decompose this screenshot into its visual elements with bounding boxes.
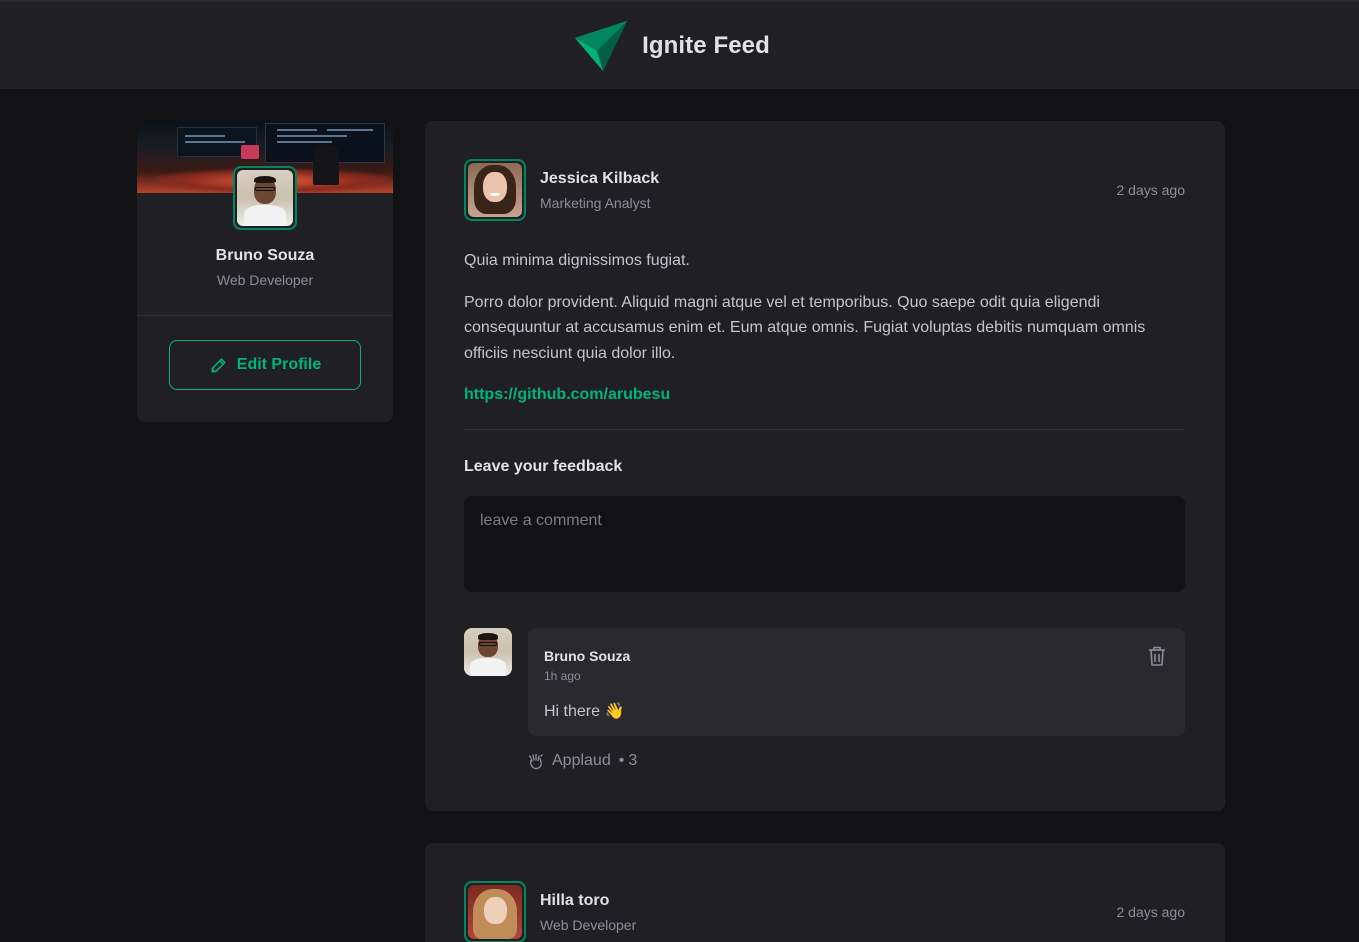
profile-avatar (233, 166, 297, 230)
app-title: Ignite Feed (642, 31, 770, 59)
ignite-logo-icon (575, 20, 628, 71)
sidebar-divider (137, 315, 393, 316)
profile-role: Web Developer (216, 272, 314, 288)
comment-input[interactable] (464, 496, 1185, 592)
post-time: 2 days ago (1116, 904, 1186, 920)
comment-time: 1h ago (544, 669, 581, 683)
author-role: Web Developer (540, 917, 637, 933)
profile-name: Bruno Souza (215, 247, 315, 264)
profile-sidebar: Bruno Souza Web Developer Edit Profile (137, 121, 393, 422)
app-header: Ignite Feed (0, 0, 1359, 89)
post-paragraph: Quia minima dignissimos fugiat. (464, 252, 690, 269)
pencil-icon (211, 358, 226, 373)
applaud-button[interactable]: Applaud • 3 (528, 752, 637, 770)
trash-icon[interactable] (1145, 644, 1169, 668)
comment-avatar[interactable] (464, 628, 512, 676)
post-header: Hilla toro Web Developer 2 days ago (464, 881, 1185, 942)
applaud-count: 3 (628, 752, 638, 769)
author-name: Jessica Kilback (540, 170, 660, 187)
comment-author: Bruno Souza (544, 648, 631, 664)
post-content: Quia minima dignissimos fugiat. Porro do… (464, 248, 1185, 424)
post-card: Jessica Kilback Marketing Analyst 2 days… (425, 121, 1225, 811)
author-avatar[interactable] (464, 881, 526, 942)
comment-bubble: Bruno Souza 1h ago Hi there 👋 (528, 628, 1185, 736)
feedback-title: Leave your feedback (464, 458, 623, 475)
post-link[interactable]: https://github.com/arubesu (464, 386, 670, 403)
comment-text: Hi there 👋 (544, 703, 625, 720)
edit-profile-button[interactable]: Edit Profile (169, 340, 361, 390)
post-header: Jessica Kilback Marketing Analyst 2 days… (464, 159, 1185, 221)
edit-profile-label: Edit Profile (236, 356, 322, 373)
post-divider (464, 429, 1185, 430)
applaud-separator: • (618, 752, 625, 769)
applaud-label: Applaud (552, 752, 611, 769)
post-time: 2 days ago (1116, 182, 1186, 198)
post-paragraph: Porro dolor provident. Aliquid magni atq… (464, 293, 1146, 362)
author-name: Hilla toro (540, 892, 610, 909)
thumbs-up-icon (528, 753, 543, 770)
author-role: Marketing Analyst (540, 195, 651, 211)
author-avatar[interactable] (464, 159, 526, 221)
post-card: Hilla toro Web Developer 2 days ago (425, 843, 1225, 942)
